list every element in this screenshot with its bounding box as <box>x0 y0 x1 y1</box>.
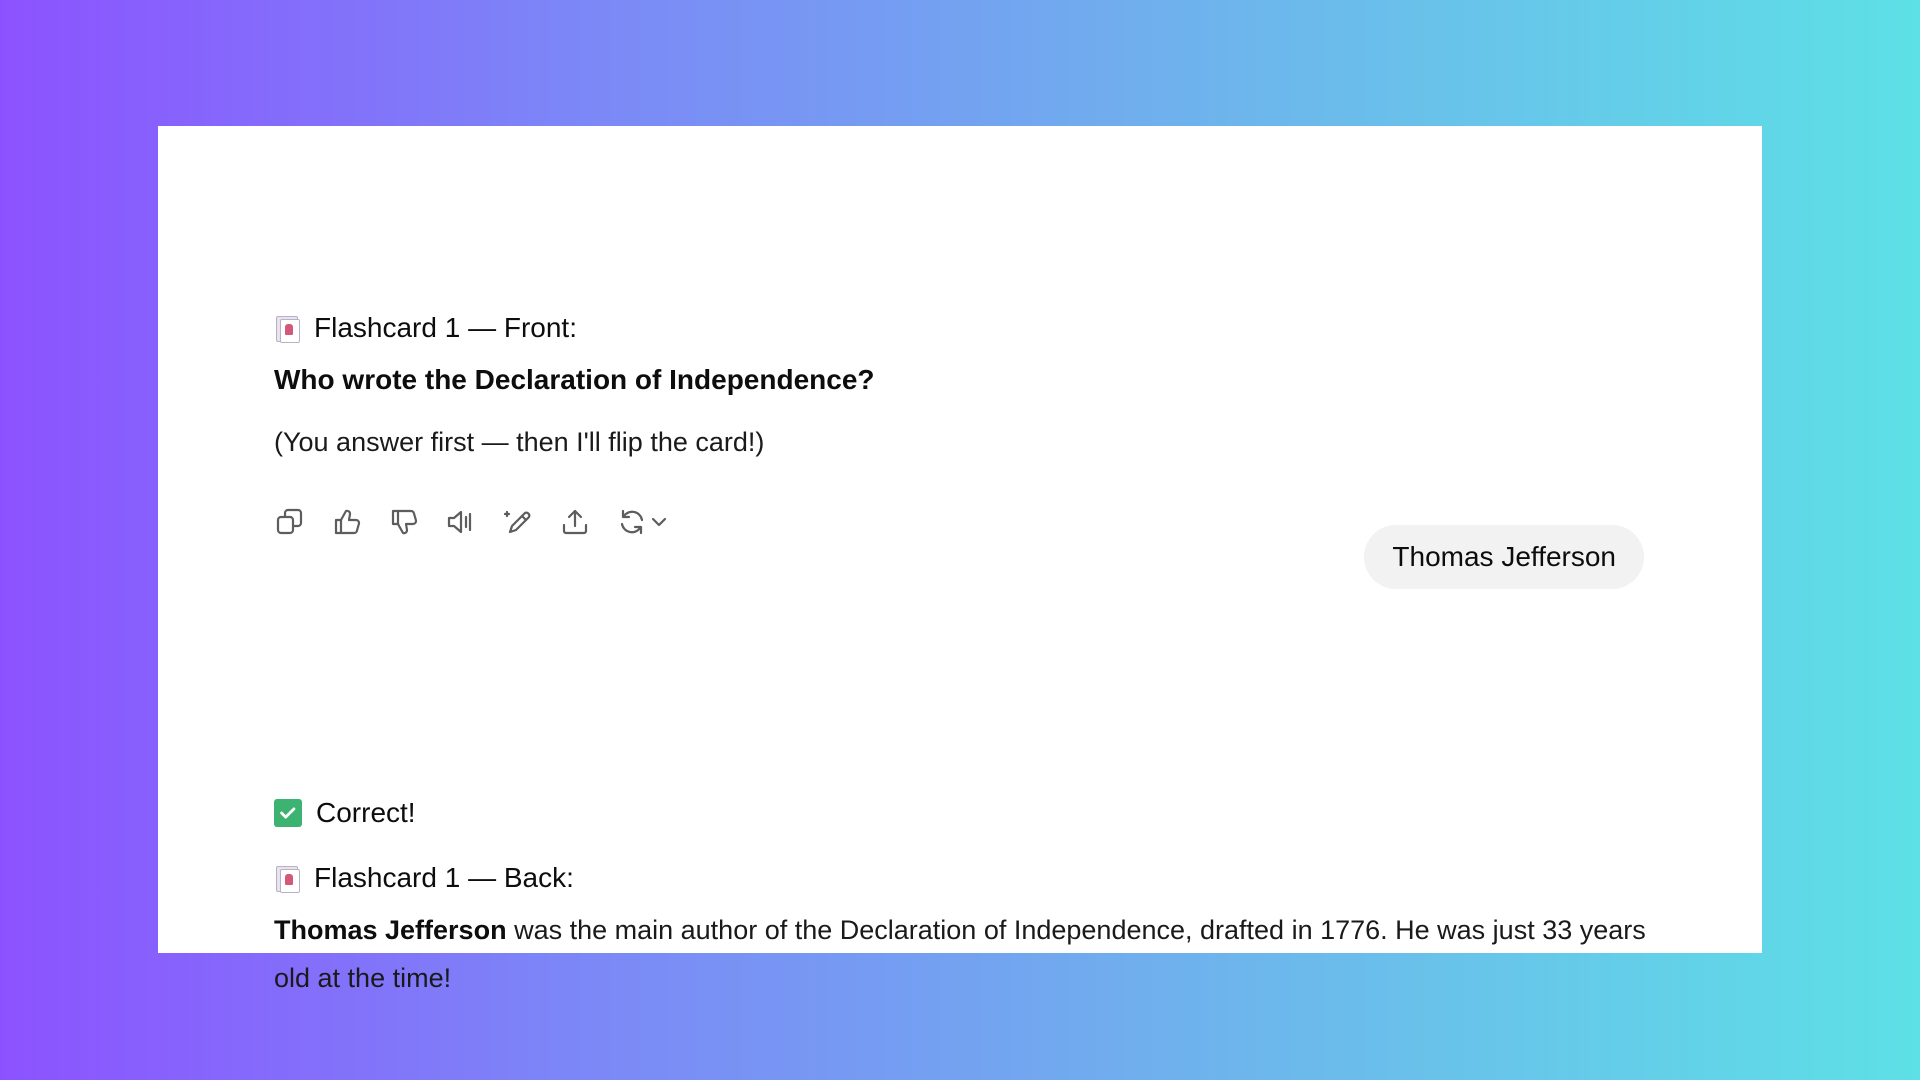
front-heading: Flashcard 1 — Front: <box>274 312 577 344</box>
message-actions-toolbar <box>274 502 686 542</box>
read-aloud-icon <box>447 510 472 534</box>
thumbs-up-button[interactable] <box>331 502 388 542</box>
flashcard-question: Who wrote the Declaration of Independenc… <box>274 364 875 395</box>
thumbs-down-button[interactable] <box>388 502 445 542</box>
flashcard-answer: Thomas Jefferson was the main author of … <box>274 906 1664 1002</box>
chat-panel: Flashcard 1 — Front: Who wrote the Decla… <box>158 126 1762 993</box>
edit-icon <box>503 510 531 534</box>
front-heading-label: Flashcard 1 — Front: <box>314 312 577 343</box>
flashcard-emoji-icon <box>274 314 300 343</box>
flashcard-hint: (You answer first — then I'll flip the c… <box>274 427 765 457</box>
edit-button[interactable] <box>502 502 559 542</box>
check-mark-icon <box>274 799 302 827</box>
user-message-text: Thomas Jefferson <box>1392 541 1616 572</box>
share-button[interactable] <box>559 502 616 542</box>
regenerate-icon <box>620 509 644 535</box>
result-heading: Correct! <box>274 797 416 829</box>
back-heading-label: Flashcard 1 — Back: <box>314 862 574 893</box>
user-message-bubble: Thomas Jefferson <box>1364 525 1644 589</box>
answer-strong: Thomas Jefferson <box>274 915 507 945</box>
chevron-down-icon <box>651 517 667 527</box>
result-status: Correct! <box>316 797 416 828</box>
copy-button[interactable] <box>274 502 331 542</box>
flashcard-emoji-icon <box>274 864 300 893</box>
share-icon <box>562 509 588 535</box>
thumbs-up-icon <box>334 509 361 535</box>
copy-icon <box>276 508 303 535</box>
thumbs-down-icon <box>391 509 418 535</box>
regenerate-button[interactable] <box>616 502 686 542</box>
read-aloud-button[interactable] <box>445 502 502 542</box>
back-heading: Flashcard 1 — Back: <box>274 862 574 894</box>
